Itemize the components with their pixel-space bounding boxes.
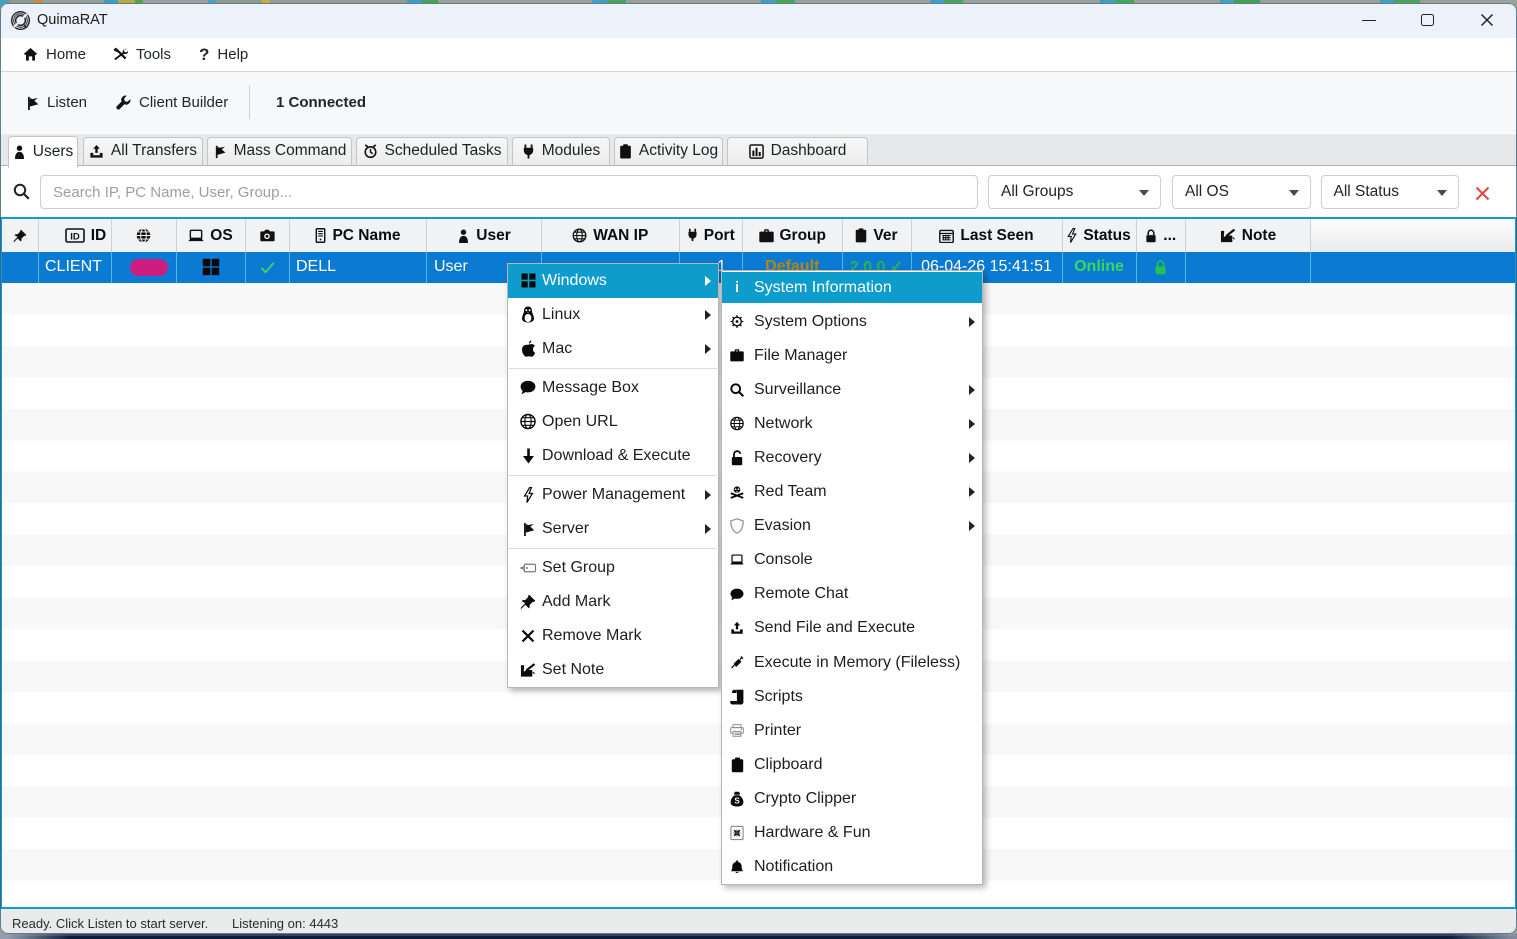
svg-text:ID: ID bbox=[70, 231, 80, 242]
svg-text:S: S bbox=[734, 797, 740, 806]
